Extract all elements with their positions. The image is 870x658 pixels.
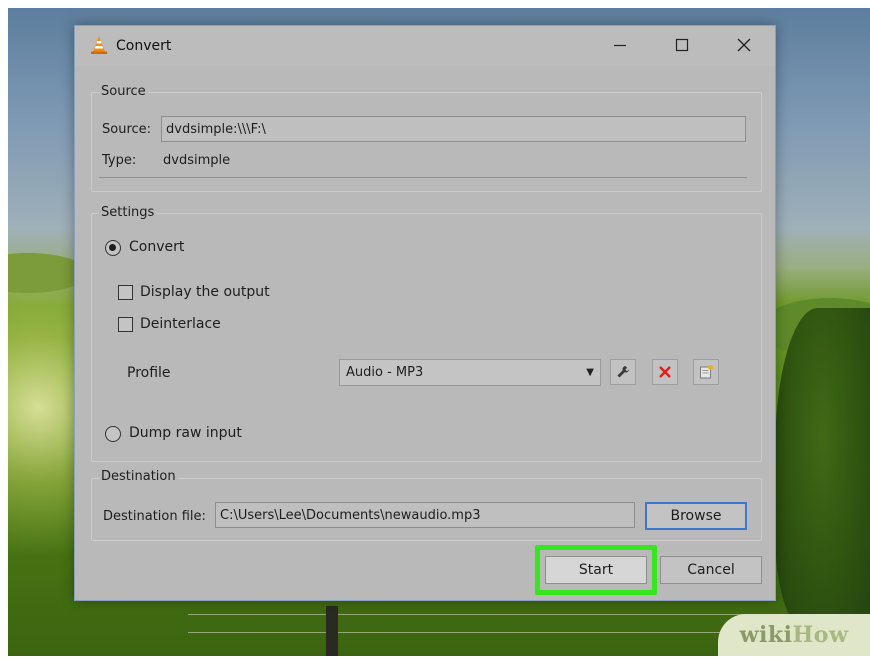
destination-file-label: Destination file: — [103, 509, 206, 524]
watermark-text: How — [792, 622, 849, 648]
dump-raw-label: Dump raw input — [129, 425, 242, 441]
maximize-button[interactable] — [660, 30, 704, 60]
window-title: Convert — [116, 38, 172, 54]
profile-select-value: Audio - MP3 — [346, 365, 424, 380]
close-icon — [737, 38, 751, 52]
new-profile-icon — [700, 365, 713, 379]
edit-profile-button[interactable] — [610, 359, 636, 385]
convert-radio[interactable] — [105, 240, 121, 256]
display-output-label: Display the output — [140, 284, 270, 300]
delete-x-icon — [659, 366, 671, 378]
close-button[interactable] — [722, 30, 766, 60]
wrench-icon — [617, 366, 629, 378]
vlc-cone-icon — [91, 36, 107, 54]
delete-profile-button[interactable] — [652, 359, 678, 385]
maximize-icon — [675, 38, 689, 52]
cancel-button[interactable]: Cancel — [660, 556, 762, 584]
watermark-text: wiki — [739, 622, 793, 648]
profile-select[interactable]: Audio - MP3 ▼ — [339, 359, 601, 386]
title-bar[interactable]: Convert — [75, 26, 775, 66]
deinterlace-checkbox[interactable] — [118, 317, 133, 332]
minimize-button[interactable] — [598, 30, 642, 60]
fence-post — [326, 606, 338, 656]
source-label: Source: — [102, 122, 152, 137]
start-button[interactable]: Start — [545, 556, 647, 584]
type-label: Type: — [102, 153, 137, 168]
dropdown-arrow-icon: ▼ — [586, 367, 594, 378]
source-input[interactable] — [161, 116, 746, 142]
fence-wire — [188, 632, 748, 633]
shrub — [775, 308, 870, 628]
convert-label: Convert — [129, 239, 185, 255]
profile-label: Profile — [127, 365, 171, 381]
wikihow-watermark: wiki How — [718, 614, 870, 656]
new-profile-button[interactable] — [693, 359, 719, 385]
browse-button[interactable]: Browse — [645, 502, 747, 530]
dump-raw-radio[interactable] — [105, 426, 121, 442]
source-divider — [99, 177, 747, 178]
deinterlace-label: Deinterlace — [140, 316, 221, 332]
destination-file-input[interactable] — [215, 502, 635, 528]
source-group-title: Source — [99, 84, 148, 99]
display-output-checkbox[interactable] — [118, 285, 133, 300]
minimize-icon — [614, 44, 626, 47]
type-value: dvdsimple — [163, 153, 231, 168]
convert-dialog: Convert Source Source: Type: dvdsimple S… — [74, 25, 776, 601]
destination-group-title: Destination — [99, 469, 178, 484]
settings-group-title: Settings — [99, 205, 157, 220]
fence-wire — [188, 614, 748, 615]
